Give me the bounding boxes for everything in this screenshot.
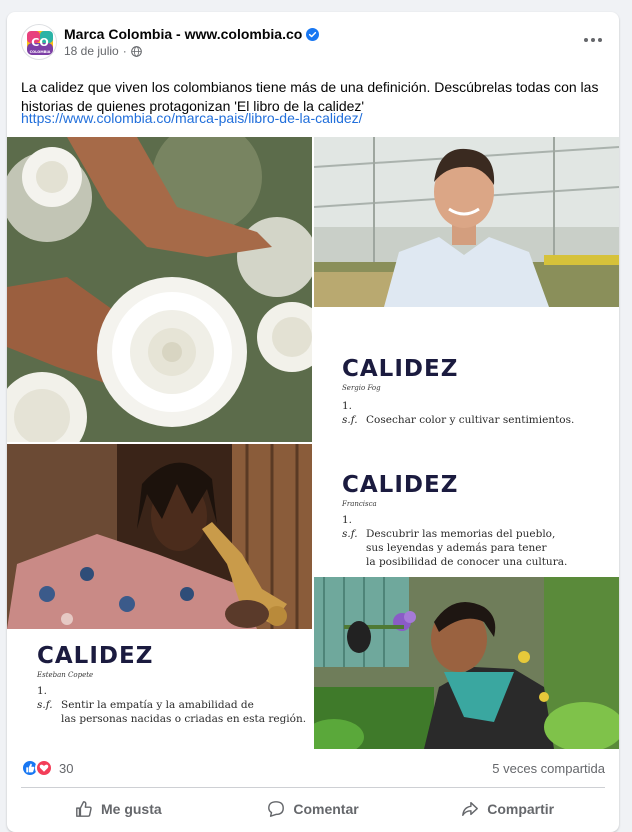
svg-text:COLOMBIA: COLOMBIA [30,50,51,54]
calidez-definition: 1. s.f. Sentir la empatía y la amabilidad… [37,685,307,725]
comment-button[interactable]: Comentar [216,792,411,826]
calidez-definition: 1. s.f. Descubrir las memorias del pueblo… [342,514,568,568]
post-card: CO COLOMBIA Marca Colombia - www.colombi… [7,12,619,832]
more-options-icon[interactable] [581,30,605,50]
calidez-author: Esteban Copete [37,671,94,679]
calidez-author: Sergio Fog [342,384,381,392]
share-icon [462,801,479,817]
calidez-card-esteban: CALIDEZ Esteban Copete 1. s.f. Sentir la … [7,629,312,749]
page-name[interactable]: Marca Colombia - www.colombia.co [64,26,302,42]
calidez-title: CALIDEZ [342,356,459,382]
photo-saxophone-player[interactable] [7,444,312,629]
calidez-definition: 1. s.f. Cosechar color y cultivar sentimi… [342,400,575,426]
comment-icon [268,801,285,817]
page-name-row: Marca Colombia - www.colombia.co [64,26,320,42]
page-avatar[interactable]: CO COLOMBIA [21,24,57,60]
svg-text:CO: CO [31,36,48,49]
calidez-card-francisca: CALIDEZ Francisca 1. s.f. Descubrir las m… [314,444,619,577]
comment-label: Comentar [293,801,359,817]
photo-woman-flower[interactable] [314,577,619,749]
actions-divider [21,787,605,788]
post-actions: Me gusta Comentar Compartir [21,792,605,826]
verified-badge-icon [306,27,320,41]
calidez-title: CALIDEZ [342,472,459,498]
globe-icon[interactable] [130,45,142,57]
photo-gallery: CALIDEZ Sergio Fog 1. s.f. Cosechar color… [7,137,619,749]
share-label: Compartir [487,801,555,817]
reaction-count: 30 [59,760,74,776]
post-header: CO COLOMBIA Marca Colombia - www.colombi… [7,12,619,72]
shares-count[interactable]: 5 veces compartida [492,761,605,776]
like-label: Me gusta [100,801,162,817]
share-button[interactable]: Compartir [410,792,605,826]
post-date[interactable]: 18 de julio [64,44,119,58]
calidez-card-sergio: CALIDEZ Sergio Fog 1. s.f. Cosechar color… [314,307,619,442]
post-stats: 30 5 veces compartida [21,757,605,779]
meta-separator: · [122,44,127,58]
marca-colombia-logo: CO COLOMBIA [27,31,53,55]
post-link[interactable]: https://www.colombia.co/marca-pais/libro… [21,110,363,126]
reactions-summary[interactable]: 30 [21,759,73,777]
post-meta: 18 de julio · [64,44,142,58]
calidez-title: CALIDEZ [37,643,154,669]
photo-flowers-hands[interactable] [7,137,312,442]
thumbs-up-icon [76,801,92,817]
love-reaction-icon [35,759,53,777]
photo-man-greenhouse[interactable] [314,137,619,307]
like-button[interactable]: Me gusta [21,792,216,826]
calidez-author: Francisca [342,500,377,508]
